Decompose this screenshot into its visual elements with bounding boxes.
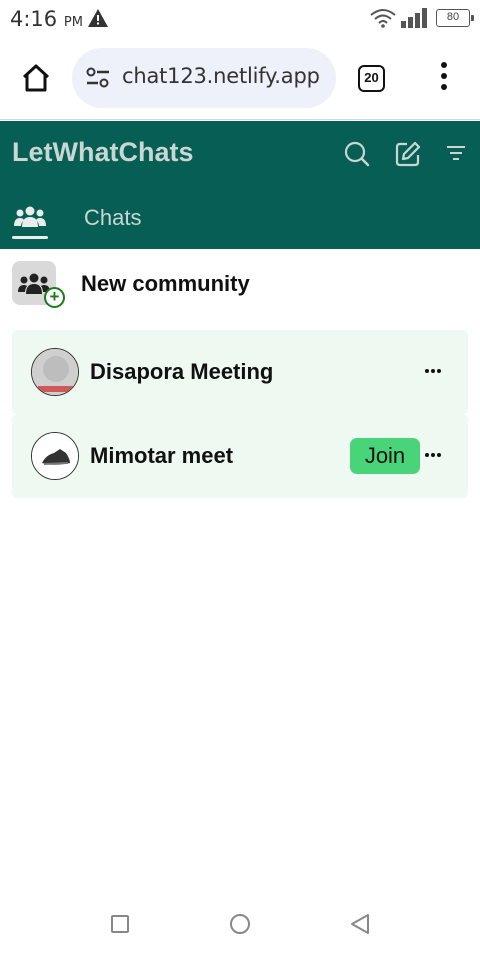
site-settings-icon[interactable] xyxy=(86,67,110,89)
compose-icon[interactable] xyxy=(395,141,421,167)
tab-chats[interactable]: Chats xyxy=(84,205,141,231)
community-name: Mimotar meet xyxy=(90,443,234,468)
new-community-label: New community xyxy=(81,271,250,296)
battery-level: 80 xyxy=(446,11,460,23)
wifi-icon xyxy=(370,9,396,28)
back-icon[interactable] xyxy=(350,913,370,935)
tab-count: 20 xyxy=(364,70,379,85)
tab-bar: Chats xyxy=(0,191,480,249)
app-title: LetWhatChats xyxy=(12,137,194,167)
default-avatar-icon xyxy=(32,349,78,395)
shoe-image-icon xyxy=(32,433,78,479)
signal-icon xyxy=(401,8,427,28)
search-icon[interactable] xyxy=(344,141,370,167)
community-item[interactable]: Mimotar meet Join xyxy=(12,414,468,498)
tab-communities[interactable] xyxy=(12,201,48,239)
community-avatar xyxy=(31,348,79,396)
tab-switcher-icon[interactable]: 20 xyxy=(358,65,385,92)
overflow-menu-icon[interactable] xyxy=(436,62,452,98)
plus-icon: + xyxy=(44,287,65,308)
join-button[interactable]: Join xyxy=(350,438,420,474)
status-time: 4:16 PM xyxy=(10,7,83,31)
more-options-icon[interactable] xyxy=(425,453,443,459)
active-tab-indicator xyxy=(12,236,48,239)
status-bar: 4:16 PM 80 xyxy=(0,0,480,38)
community-avatar xyxy=(31,432,79,480)
browser-toolbar: chat123.netlify.app 20 xyxy=(0,38,480,120)
home-icon[interactable] xyxy=(20,62,52,94)
warning-icon xyxy=(88,9,108,27)
status-time-value: 4:16 xyxy=(10,7,58,31)
filter-icon[interactable] xyxy=(446,145,466,161)
new-community-row[interactable]: + New community xyxy=(0,250,480,314)
communities-icon xyxy=(14,206,46,227)
recent-apps-icon[interactable] xyxy=(111,915,129,933)
app-header: LetWhatChats Chats xyxy=(0,121,480,249)
more-options-icon[interactable] xyxy=(425,369,443,375)
url-text[interactable]: chat123.netlify.app xyxy=(122,64,320,88)
address-bar[interactable]: chat123.netlify.app xyxy=(72,48,336,108)
community-name: Disapora Meeting xyxy=(90,359,274,384)
system-nav-bar xyxy=(0,900,480,960)
community-list: Disapora Meeting Mimotar meet Join xyxy=(12,330,468,498)
status-time-ampm: PM xyxy=(63,15,83,30)
community-item[interactable]: Disapora Meeting xyxy=(12,330,468,414)
home-nav-icon[interactable] xyxy=(230,914,250,934)
battery-icon: 80 xyxy=(436,9,474,27)
